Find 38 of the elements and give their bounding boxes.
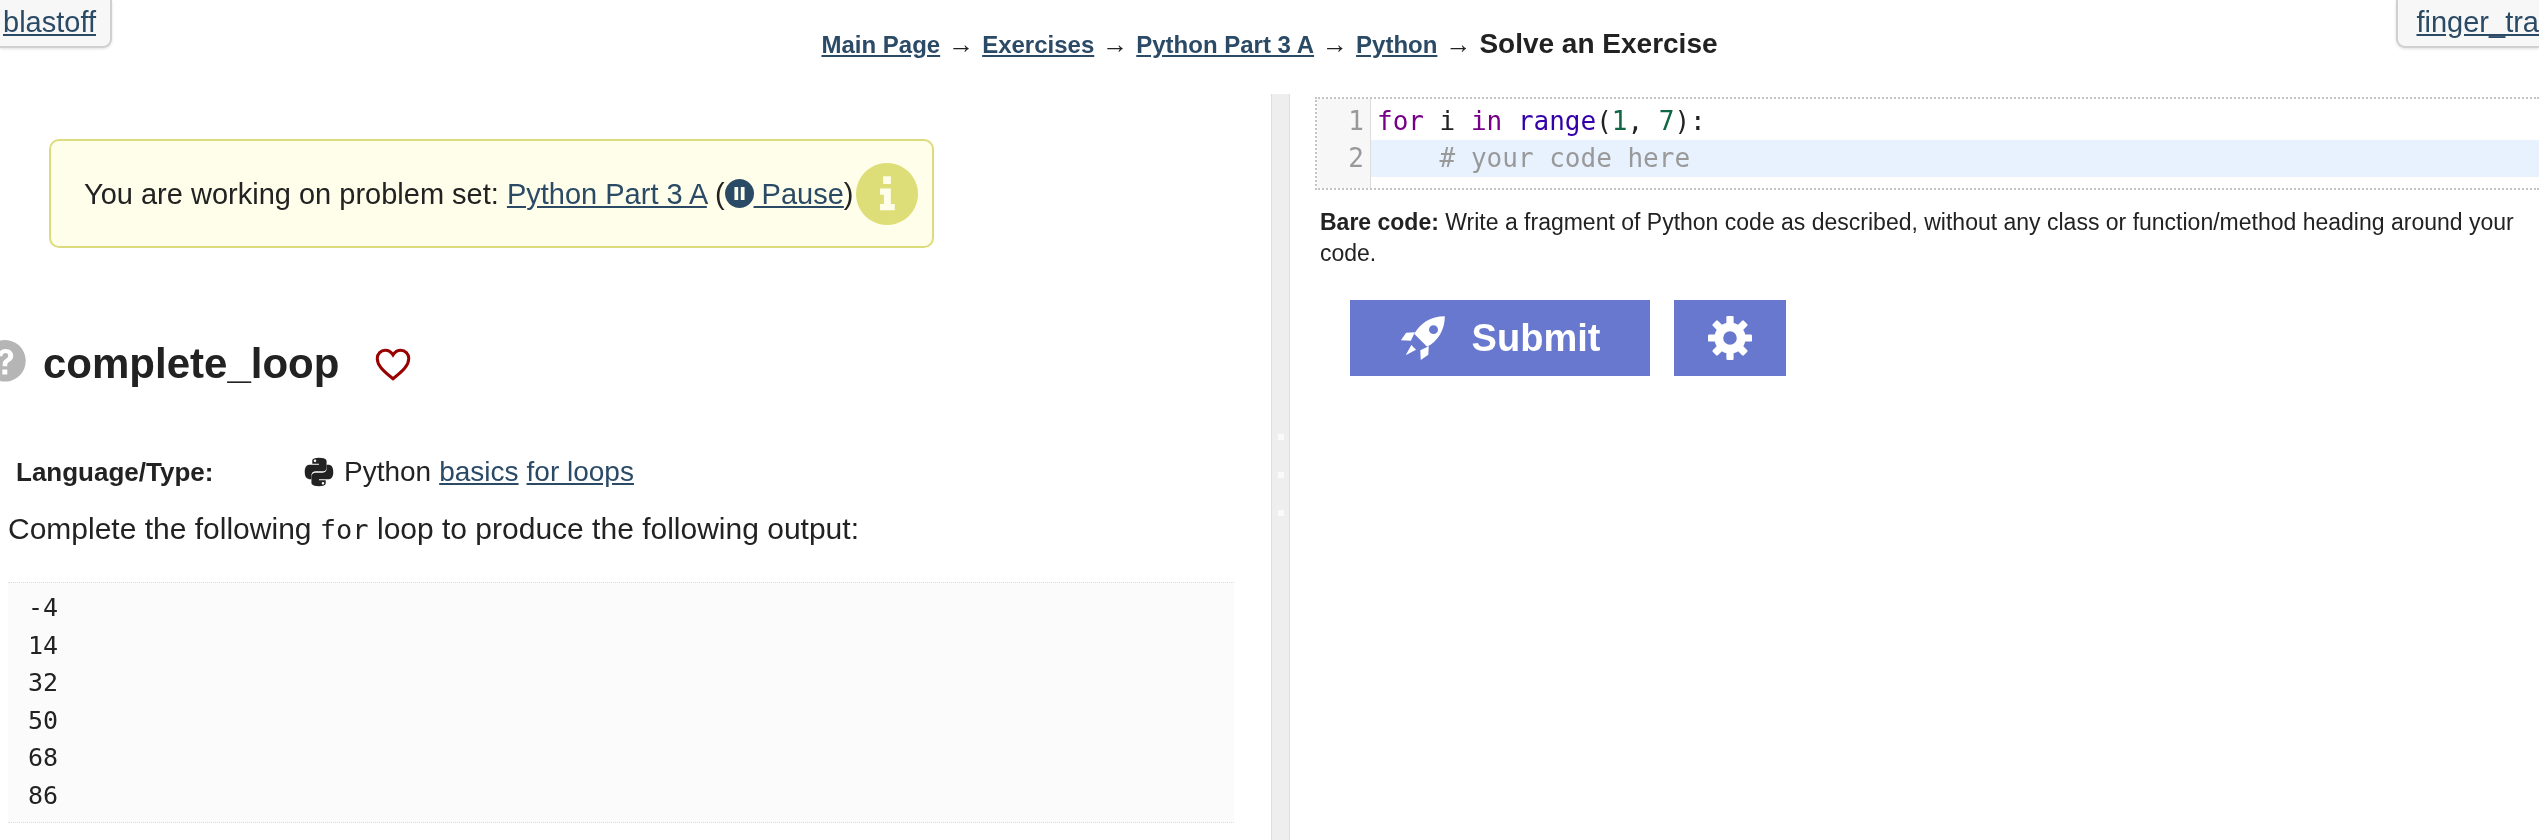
submit-button[interactable]: Submit xyxy=(1350,300,1650,376)
language-name: Python xyxy=(344,456,432,488)
breadcrumb-separator: → xyxy=(1445,28,1472,61)
output-line: 32 xyxy=(28,667,59,700)
current-page-title: Solve an Exercise xyxy=(1479,27,1718,61)
pause-icon xyxy=(724,178,754,208)
settings-button[interactable] xyxy=(1674,300,1786,376)
breadcrumb-separator: → xyxy=(1102,28,1129,61)
tag-link[interactable]: for loops xyxy=(526,456,634,488)
output-line: 68 xyxy=(28,742,59,775)
exercise-nav-tab[interactable]: blastoff xyxy=(0,0,112,48)
output-line: 50 xyxy=(28,704,59,737)
breadcrumb-link[interactable]: Python xyxy=(1356,26,1438,64)
breadcrumb-link[interactable]: Exercises xyxy=(982,26,1095,64)
output-line: 86 xyxy=(28,779,59,812)
language-label: Language/Type: xyxy=(15,456,215,488)
heart-icon[interactable] xyxy=(375,347,412,381)
breadcrumb-separator: → xyxy=(948,28,975,61)
code-line: for i in range(1, 7): xyxy=(1376,105,1707,138)
code-editor[interactable]: 1 2 for i in range(1, 7): # your code here xyxy=(1315,97,2539,190)
line-number: 1 xyxy=(1347,105,1365,138)
settings-icon xyxy=(1708,316,1752,360)
output-line: 14 xyxy=(28,629,59,662)
output-line: -4 xyxy=(28,592,59,624)
rocket-icon xyxy=(1399,315,1446,361)
python-logo-icon xyxy=(304,457,334,487)
notice-text: You are working on problem set: Python Part 3 A ( Pause) xyxy=(84,176,854,212)
exercise-nav-tab[interactable]: finger_tra xyxy=(2396,0,2539,48)
tag-link[interactable]: basics xyxy=(439,456,519,488)
problem-set-link[interactable]: Python Part 3 A xyxy=(506,177,707,210)
hint-text: Bare code: Write a fragment of Python code as described, without any class or function/method heading around your code. xyxy=(1320,208,2515,268)
prompt-text: Complete the following for loop to produce the following output: xyxy=(8,511,860,547)
exercise-title: complete_loop xyxy=(43,339,340,389)
breadcrumb-separator: → xyxy=(1322,28,1349,61)
pause-link[interactable]: Pause xyxy=(724,177,844,210)
breadcrumb-link[interactable]: Python Part 3 A xyxy=(1136,26,1315,64)
breadcrumb-link[interactable]: Main Page xyxy=(821,26,941,64)
line-number: 2 xyxy=(1347,142,1365,175)
